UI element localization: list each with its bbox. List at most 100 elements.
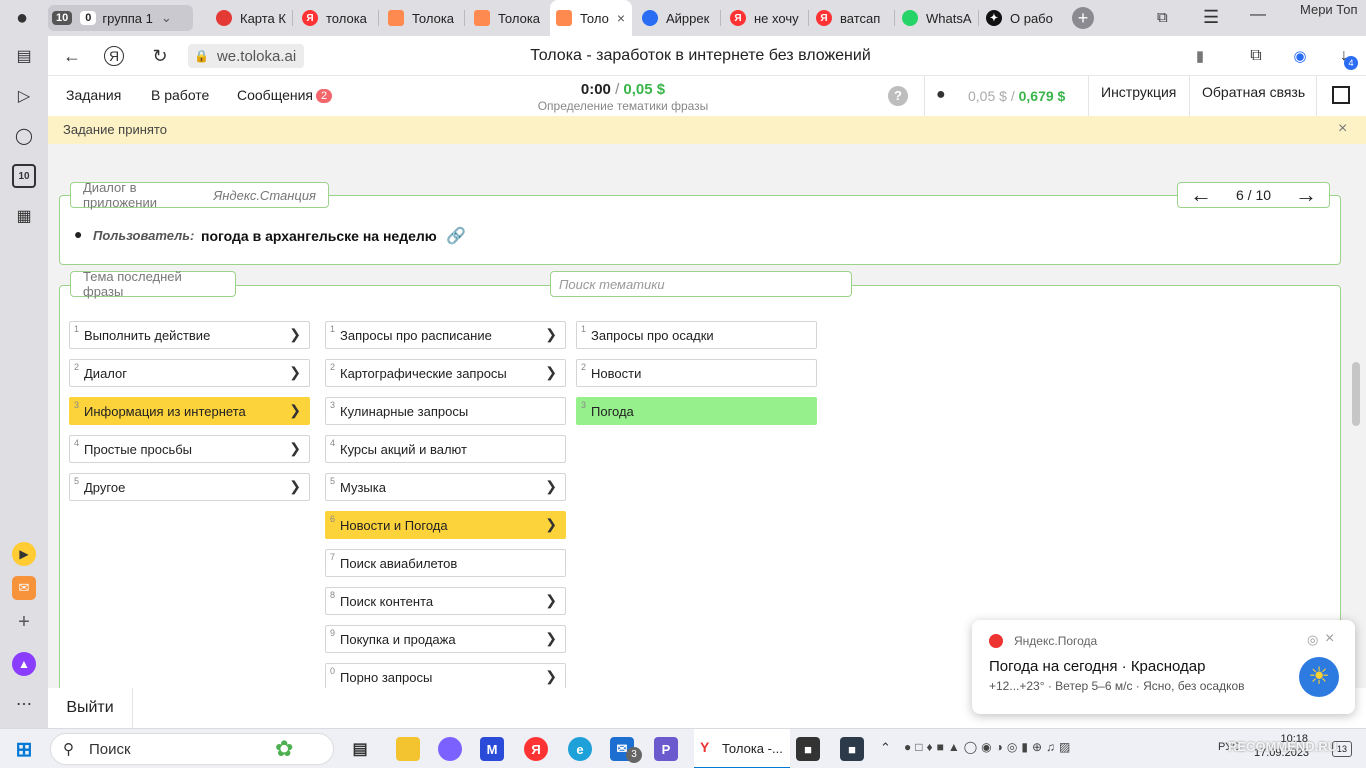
page-title: Толока - заработок в интернете без вложе…: [530, 47, 871, 64]
chevron-up-icon[interactable]: ⌃: [880, 740, 891, 756]
profile-name[interactable]: Мери Топ: [1296, 2, 1358, 17]
tab-group-badge: 0: [80, 11, 97, 25]
tabs-list-icon[interactable]: ⧉: [1157, 9, 1168, 26]
reload-icon[interactable]: ↻: [148, 44, 172, 68]
topics-legend: Тема последней фразы: [70, 269, 236, 299]
edge-icon[interactable]: e: [568, 737, 592, 761]
notification-app-name: Яндекс.Погода: [1014, 634, 1098, 648]
tab-group[interactable]: 10 0 группа 1 ⌄: [48, 5, 193, 31]
video-icon[interactable]: ▶: [12, 542, 36, 566]
new-tab-button[interactable]: +: [1072, 7, 1094, 29]
subtopic-option[interactable]: 0 Порно запросы ❯: [325, 663, 566, 691]
game2-icon[interactable]: ■: [840, 737, 864, 761]
tab-item[interactable]: Айррек: [636, 0, 718, 36]
tab-item[interactable]: Толока: [468, 0, 548, 36]
close-icon[interactable]: ×: [1325, 630, 1334, 648]
subtopic-option[interactable]: 9 Покупка и продажа ❯: [325, 625, 566, 653]
prev-arrow-icon[interactable]: ←: [1190, 182, 1212, 208]
tab-item[interactable]: Ятолока: [296, 0, 376, 36]
explorer-icon[interactable]: [396, 737, 420, 761]
settings-icon[interactable]: ◎: [1307, 632, 1318, 648]
help-icon[interactable]: ?: [888, 86, 908, 106]
yandex-home-icon[interactable]: Я: [104, 46, 124, 66]
subtopic-option[interactable]: 7 Поиск авиабилетов: [325, 549, 566, 577]
extensions-icon[interactable]: ⧉: [1244, 44, 1268, 68]
tab-item[interactable]: WhatsA: [896, 0, 976, 36]
subtopic-option[interactable]: 5 Музыка ❯: [325, 473, 566, 501]
chevron-right-icon: ❯: [545, 516, 557, 532]
tab-item[interactable]: Карта К: [210, 0, 290, 36]
page-scrollbar[interactable]: [1352, 362, 1360, 426]
exit-button[interactable]: Выйти: [48, 688, 132, 728]
copilot-icon[interactable]: [438, 737, 462, 761]
topic-option[interactable]: 5 Другое ❯: [69, 473, 310, 501]
final-topic-option-selected[interactable]: 3 Погода: [576, 397, 817, 425]
final-topic-option[interactable]: 1 Запросы про осадки: [576, 321, 817, 349]
close-icon[interactable]: ×: [617, 10, 625, 26]
more-icon[interactable]: ⋯: [12, 692, 36, 716]
topic-option-selected[interactable]: 3 Информация из интернета ❯: [69, 397, 310, 425]
chevron-right-icon: ❯: [545, 630, 557, 646]
url-field[interactable]: 🔒 we.toloka.ai: [188, 44, 305, 68]
download-count-badge: 4: [1344, 56, 1358, 70]
weather-notification[interactable]: Яндекс.Погода ◎ × Погода на сегодня · Кр…: [972, 620, 1355, 714]
tab-item[interactable]: ✦ О рабо: [980, 0, 1060, 36]
divider: [1088, 76, 1089, 116]
windows-start-icon[interactable]: ⊞: [12, 737, 36, 761]
bookmark-icon[interactable]: ▮: [1188, 44, 1212, 68]
alice-icon[interactable]: ▲: [12, 652, 36, 676]
play-icon[interactable]: ▷: [12, 84, 36, 108]
banner-text: Задание принято: [63, 122, 167, 137]
back-arrow-icon[interactable]: ←: [60, 44, 84, 68]
task-view-icon[interactable]: ▤: [348, 737, 372, 761]
taskbar-search[interactable]: ⚲ Поиск ✿: [50, 733, 334, 765]
whatsapp-icon: [902, 10, 918, 26]
chevron-right-icon: ❯: [289, 326, 301, 342]
add-panel-icon[interactable]: +: [12, 610, 36, 634]
instruction-link[interactable]: Инструкция: [1101, 84, 1176, 100]
camera-icon[interactable]: ◯: [12, 124, 36, 148]
feedback-link[interactable]: Обратная связь: [1202, 84, 1305, 100]
collections-icon[interactable]: 10: [12, 164, 36, 188]
chevron-down-icon[interactable]: ⌄: [161, 10, 172, 26]
profile-icon[interactable]: ●: [10, 7, 34, 31]
tab-item[interactable]: Яватсап: [810, 0, 892, 36]
chevron-right-icon: ❯: [289, 402, 301, 418]
link-icon[interactable]: 🔗: [446, 226, 466, 246]
subtopic-option[interactable]: 4 Курсы акций и валют: [325, 435, 566, 463]
game-icon[interactable]: ■: [796, 737, 820, 761]
fullscreen-icon[interactable]: [1332, 86, 1350, 104]
nav-in-work[interactable]: В работе: [151, 87, 209, 103]
bookmarks-icon[interactable]: ▤: [12, 44, 36, 68]
nav-tasks[interactable]: Задания: [66, 87, 121, 103]
close-icon[interactable]: ×: [1338, 120, 1347, 138]
subtopic-option[interactable]: 3 Кулинарные запросы: [325, 397, 566, 425]
subtopic-option-selected[interactable]: 6 Новости и Погода ❯: [325, 511, 566, 539]
airec-icon: [642, 10, 658, 26]
topic-search-input[interactable]: Поиск тематики: [550, 271, 852, 297]
topic-option[interactable]: 2 Диалог ❯: [69, 359, 310, 387]
tab-item[interactable]: Толока: [382, 0, 462, 36]
topic-option[interactable]: 1 Выполнить действие ❯: [69, 321, 310, 349]
next-arrow-icon[interactable]: →: [1295, 182, 1317, 208]
tab-item[interactable]: Яне хочу: [724, 0, 806, 36]
topic-option[interactable]: 4 Простые просьбы ❯: [69, 435, 310, 463]
subtopic-option[interactable]: 1 Запросы про расписание ❯: [325, 321, 566, 349]
nav-messages[interactable]: Сообщения 2: [237, 87, 333, 103]
divider: [1189, 76, 1190, 116]
tray-icons[interactable]: ●□♦■▲◯◉◑◎▮⊕♫▨: [904, 740, 1074, 754]
yandex-app-icon[interactable]: Я: [524, 737, 548, 761]
subtopic-option[interactable]: 2 Картографические запросы ❯: [325, 359, 566, 387]
protect-icon[interactable]: ◉: [1288, 44, 1312, 68]
apps-grid-icon[interactable]: ▦: [12, 204, 36, 228]
menu-icon[interactable]: ☰: [1203, 7, 1219, 28]
search-icon: ⚲: [63, 741, 74, 758]
tab-item-active[interactable]: Толо ×: [550, 0, 632, 36]
app-p-icon[interactable]: P: [654, 737, 678, 761]
app-m-icon[interactable]: M: [480, 737, 504, 761]
mail-icon[interactable]: ✉: [12, 576, 36, 600]
subtopic-option[interactable]: 8 Поиск контента ❯: [325, 587, 566, 615]
active-taskbar-item[interactable]: Y Толока -...: [694, 729, 790, 768]
final-topic-option[interactable]: 2 Новости: [576, 359, 817, 387]
minimize-icon[interactable]: —: [1250, 6, 1266, 24]
